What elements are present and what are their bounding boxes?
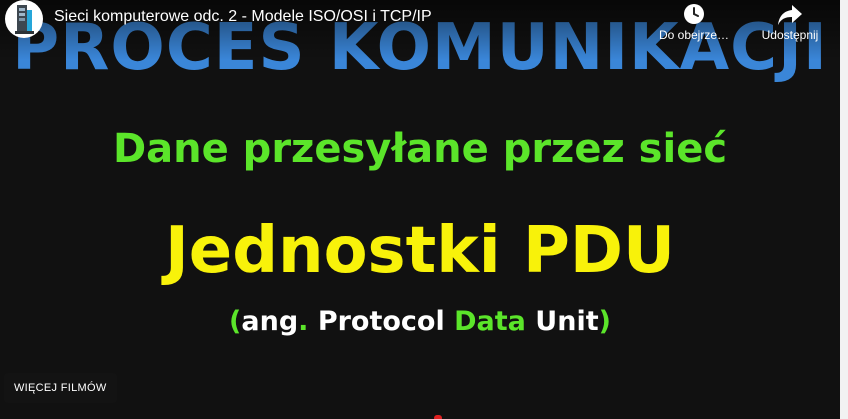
clock-icon <box>684 4 704 24</box>
video-frame[interactable]: PROCES KOMUNIKACJI Dane przesyłane przez… <box>0 0 840 419</box>
close-paren: ) <box>598 306 611 337</box>
watch-later-button[interactable]: Do obejrze… <box>654 0 734 42</box>
more-videos-button[interactable]: WIĘCEJ FILMÓW <box>4 373 117 403</box>
slide-expansion: (ang. Protocol Data Unit) <box>0 306 840 337</box>
channel-logo-icon[interactable] <box>5 0 43 38</box>
page-edge <box>840 0 848 419</box>
data-text: Data <box>454 306 526 337</box>
video-title[interactable]: Sieci komputerowe odc. 2 - Modele ISO/OS… <box>54 8 432 26</box>
unit-text: Unit <box>525 306 599 337</box>
watch-later-label: Do obejrze… <box>658 28 730 42</box>
slide-heading: Jednostki PDU <box>164 214 676 288</box>
share-button[interactable]: Udostępnij <box>750 0 830 42</box>
ang-text: ang <box>241 306 299 337</box>
progress-marker <box>434 415 442 419</box>
ang-dot: . <box>298 306 309 337</box>
open-paren: ( <box>229 306 242 337</box>
share-arrow-icon <box>778 5 802 25</box>
slide-subtitle: Dane przesyłane przez sieć <box>112 126 728 172</box>
share-label: Udostępnij <box>761 28 819 42</box>
protocol-text: Protocol <box>308 306 455 337</box>
